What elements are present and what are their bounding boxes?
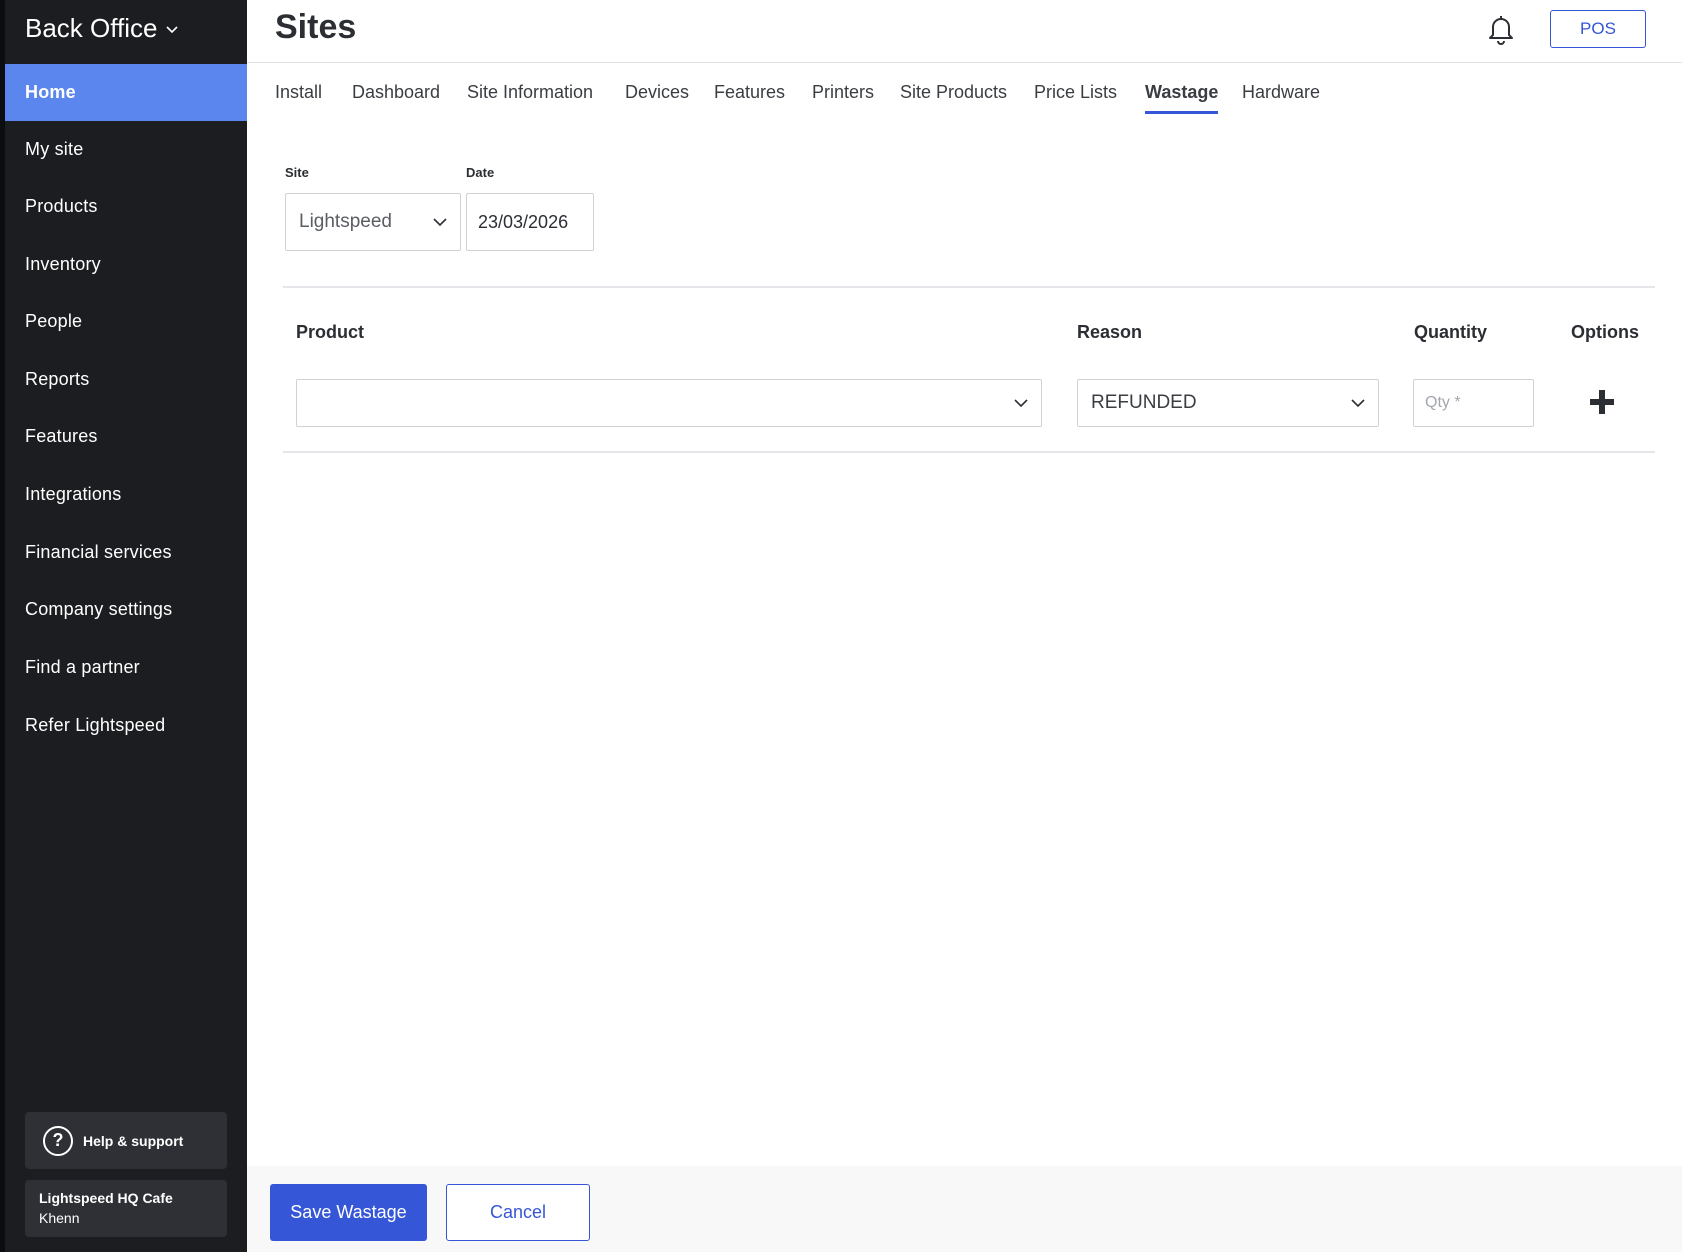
reason-select[interactable]: REFUNDED — [1077, 379, 1379, 427]
product-select[interactable] — [296, 379, 1042, 427]
site-label: Site — [285, 165, 309, 180]
tab-features[interactable]: Features — [714, 82, 785, 111]
account-name: Lightspeed HQ Cafe — [39, 1190, 173, 1206]
sidebar-item-label: Reports — [25, 369, 90, 389]
chevron-down-icon — [166, 25, 179, 33]
tab-dashboard[interactable]: Dashboard — [352, 82, 440, 111]
column-header-options: Options — [1571, 322, 1639, 342]
sidebar-item-label: Find a partner — [25, 657, 140, 677]
action-footer: Save Wastage Cancel — [247, 1166, 1682, 1252]
divider — [283, 286, 1655, 288]
chevron-down-icon — [1014, 399, 1028, 408]
app-root: Back Office Home My site Products Invent… — [0, 0, 1682, 1252]
tab-site-products[interactable]: Site Products — [900, 82, 1007, 111]
page-header: Sites POS — [247, 0, 1682, 63]
save-wastage-button[interactable]: Save Wastage — [270, 1184, 427, 1241]
sidebar-item-integrations[interactable]: Integrations — [5, 466, 247, 523]
sidebar: Back Office Home My site Products Invent… — [0, 0, 247, 1252]
date-field-value: 23/03/2026 — [478, 211, 569, 232]
site-tabs: Install Dashboard Site Information Devic… — [247, 63, 1682, 123]
sidebar-item-people[interactable]: People — [5, 293, 247, 350]
sidebar-item-label: Home — [25, 82, 76, 102]
tab-devices[interactable]: Devices — [625, 82, 689, 111]
help-support-label: Help & support — [83, 1132, 184, 1149]
date-label: Date — [466, 165, 495, 180]
site-select-value: Lightspeed — [299, 211, 392, 232]
sidebar-item-find-a-partner[interactable]: Find a partner — [5, 639, 247, 696]
date-field[interactable]: 23/03/2026 — [466, 193, 594, 251]
sidebar-item-company-settings[interactable]: Company settings — [5, 581, 247, 638]
pos-button[interactable]: POS — [1550, 10, 1646, 48]
sidebar-item-label: Financial services — [25, 542, 172, 562]
add-row-icon[interactable] — [1589, 389, 1615, 415]
sidebar-item-home[interactable]: Home — [5, 64, 247, 121]
brand-label: Back Office — [25, 13, 158, 43]
cancel-button[interactable]: Cancel — [446, 1184, 590, 1241]
tab-hardware[interactable]: Hardware — [1242, 82, 1320, 111]
chevron-down-icon — [433, 218, 447, 227]
sidebar-item-features[interactable]: Features — [5, 408, 247, 465]
sidebar-item-refer-lightspeed[interactable]: Refer Lightspeed — [5, 697, 247, 754]
tab-install[interactable]: Install — [275, 82, 322, 111]
sidebar-item-label: Products — [25, 196, 98, 216]
column-header-reason: Reason — [1077, 322, 1143, 342]
sidebar-item-label: Refer Lightspeed — [25, 715, 166, 735]
help-support-button[interactable]: ? Help & support — [25, 1112, 227, 1169]
brand-switcher[interactable]: Back Office — [25, 13, 179, 44]
sidebar-item-reports[interactable]: Reports — [5, 351, 247, 408]
column-header-quantity: Quantity — [1414, 322, 1488, 342]
sidebar-item-label: Integrations — [25, 484, 122, 504]
sidebar-item-products[interactable]: Products — [5, 178, 247, 235]
tab-site-information[interactable]: Site Information — [467, 82, 593, 111]
help-icon: ? — [43, 1125, 73, 1156]
tab-printers[interactable]: Printers — [812, 82, 874, 111]
reason-select-value: REFUNDED — [1091, 392, 1197, 413]
sidebar-item-label: Inventory — [25, 254, 101, 274]
site-select[interactable]: Lightspeed — [285, 193, 461, 251]
sidebar-item-my-site[interactable]: My site — [5, 121, 247, 178]
tab-wastage[interactable]: Wastage — [1145, 82, 1219, 114]
sidebar-item-label: My site — [25, 139, 84, 159]
account-user: Khenn — [39, 1210, 80, 1226]
tab-price-lists[interactable]: Price Lists — [1034, 82, 1117, 111]
quantity-input[interactable] — [1413, 379, 1534, 427]
divider — [283, 451, 1655, 453]
account-switcher[interactable]: Lightspeed HQ Cafe Khenn — [25, 1180, 227, 1237]
sidebar-item-label: Features — [25, 426, 98, 446]
sidebar-item-inventory[interactable]: Inventory — [5, 236, 247, 293]
sidebar-item-label: Company settings — [25, 599, 173, 619]
page-title: Sites — [275, 8, 357, 46]
sidebar-item-label: People — [25, 311, 83, 331]
bell-icon[interactable] — [1484, 12, 1518, 46]
sidebar-item-financial-services[interactable]: Financial services — [5, 524, 247, 581]
chevron-down-icon — [1351, 399, 1365, 408]
column-header-product: Product — [296, 322, 365, 342]
